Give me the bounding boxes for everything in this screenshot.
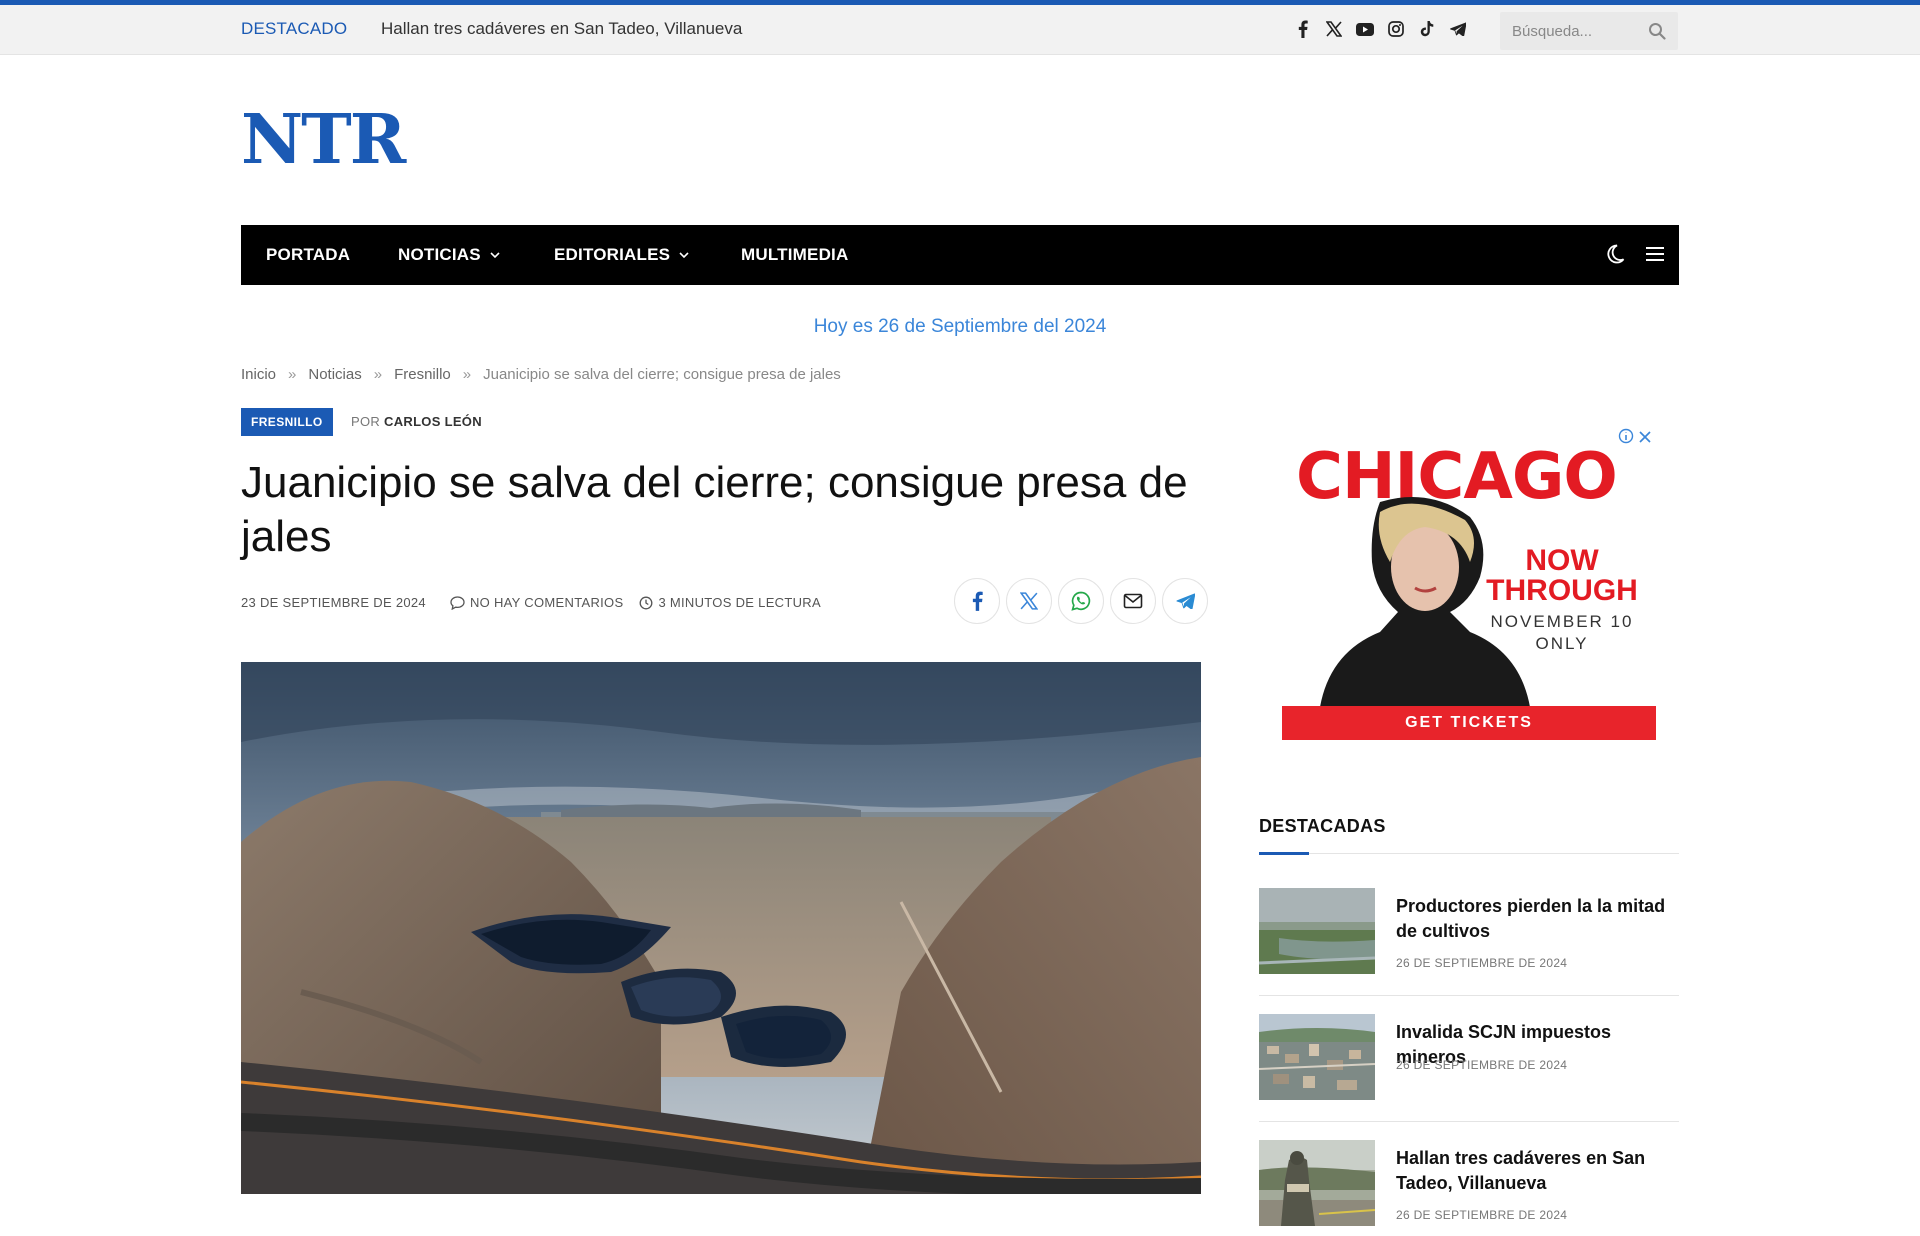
telegram-icon[interactable]	[1449, 19, 1467, 39]
featured-headline-link[interactable]: Hallan tres cadáveres en San Tadeo, Vill…	[381, 19, 742, 39]
ad-now-line1: NOW	[1525, 544, 1599, 577]
youtube-icon[interactable]	[1356, 19, 1374, 39]
chevron-down-icon	[679, 252, 689, 259]
telegram-icon	[1175, 593, 1195, 609]
sidebar-item-divider	[1259, 1121, 1679, 1122]
flooded-field-image	[1259, 888, 1375, 974]
nav-item-label: MULTIMEDIA	[741, 245, 849, 264]
share-email-button[interactable]	[1110, 578, 1156, 624]
nav-item-label: PORTADA	[266, 245, 351, 264]
x-icon[interactable]	[1325, 19, 1343, 39]
x-icon	[1020, 592, 1038, 610]
comments-link[interactable]: NO HAY COMENTARIOS	[470, 595, 623, 610]
current-date-banner: Hoy es 26 de Septiembre del 2024	[813, 316, 1107, 337]
featured-label: DESTACADO	[241, 19, 348, 38]
featured-image[interactable]	[241, 662, 1201, 1194]
sidebar-item-title[interactable]: Productores pierden la la mitad de culti…	[1396, 894, 1679, 944]
nav-item-multimedia[interactable]: MULTIMEDIA	[741, 225, 848, 285]
close-icon[interactable]	[1638, 430, 1652, 444]
ad-badge	[1618, 428, 1652, 449]
sidebar-item[interactable]: Invalida SCJN impuestos mineros 26 DE SE…	[1259, 1014, 1679, 1122]
sidebar-heading: DESTACADAS	[1259, 816, 1386, 836]
ad-date-line1: NOVEMBER 10	[1490, 612, 1634, 631]
share-buttons	[954, 578, 1208, 624]
whatsapp-icon	[1071, 591, 1091, 611]
share-facebook-button[interactable]	[954, 578, 1000, 624]
breadcrumb-noticias[interactable]: Noticias	[308, 366, 361, 383]
nav-right-tools	[1604, 243, 1666, 265]
aerial-town-image	[1259, 1014, 1375, 1100]
article-meta: 23 DE SEPTIEMBRE DE 2024 NO HAY COMENTAR…	[241, 595, 821, 610]
ad-headline: NOW THROUGH	[1477, 546, 1647, 606]
author-link[interactable]: CARLOS LEÓN	[384, 414, 482, 429]
sidebar-item-divider	[1259, 995, 1679, 996]
search-box	[1500, 12, 1678, 50]
sidebar-item[interactable]: Productores pierden la la mitad de culti…	[1259, 888, 1679, 996]
breadcrumb-fresnillo[interactable]: Fresnillo	[394, 366, 451, 383]
byline: POR CARLOS LEÓN	[351, 414, 482, 429]
sidebar-item-date: 26 DE SEPTIEMBRE DE 2024	[1396, 1058, 1568, 1072]
sidebar-heading-accent	[1259, 852, 1309, 855]
article-title: Juanicipio se salva del cierre; consigue…	[241, 458, 1188, 561]
soldier-scene-image	[1259, 1140, 1375, 1226]
sidebar-item[interactable]: Hallan tres cadáveres en San Tadeo, Vill…	[1259, 1140, 1679, 1230]
publish-date: 23 DE SEPTIEMBRE DE 2024	[241, 595, 426, 610]
read-time: 3 MINUTOS DE LECTURA	[658, 595, 821, 610]
sidebar-thumbnail[interactable]	[1259, 888, 1375, 974]
advertisement[interactable]: CHICAGO NOW THROUGH NOVEMBER 10 ONLY GET…	[1282, 428, 1656, 740]
chevron-down-icon	[490, 252, 500, 259]
ad-date-line2: ONLY	[1535, 634, 1589, 653]
sidebar-item-date: 26 DE SEPTIEMBRE DE 2024	[1396, 1208, 1568, 1222]
site-logo[interactable]: NTR	[241, 106, 406, 174]
nav-item-editoriales[interactable]: EDITORIALES	[554, 225, 689, 285]
search-icon[interactable]	[1648, 22, 1666, 40]
sidebar-divider	[1259, 853, 1679, 854]
social-links	[1294, 19, 1467, 39]
email-icon	[1123, 593, 1143, 609]
facebook-icon	[972, 591, 983, 611]
top-bar: DESTACADO Hallan tres cadáveres en San T…	[0, 5, 1920, 55]
nav-item-label: NOTICIAS	[398, 245, 481, 264]
instagram-icon[interactable]	[1387, 19, 1405, 39]
comment-icon	[450, 595, 465, 610]
ad-date: NOVEMBER 10 ONLY	[1477, 611, 1647, 655]
mine-tailings-photo	[241, 662, 1201, 1194]
sidebar-thumbnail[interactable]	[1259, 1140, 1375, 1226]
breadcrumb-separator: »	[462, 366, 472, 383]
nav-item-noticias[interactable]: NOTICIAS	[398, 225, 500, 285]
share-telegram-button[interactable]	[1162, 578, 1208, 624]
breadcrumb-inicio[interactable]: Inicio	[241, 366, 276, 383]
sidebar-item-date: 26 DE SEPTIEMBRE DE 2024	[1396, 956, 1568, 970]
breadcrumb-separator: »	[373, 366, 383, 383]
adchoices-icon[interactable]	[1618, 428, 1634, 444]
facebook-icon[interactable]	[1294, 19, 1312, 39]
sidebar-thumbnail[interactable]	[1259, 1014, 1375, 1100]
menu-icon[interactable]	[1644, 243, 1666, 265]
tiktok-icon[interactable]	[1418, 19, 1436, 39]
dark-mode-icon[interactable]	[1604, 243, 1626, 265]
breadcrumb: Inicio » Noticias » Fresnillo » Juanicip…	[241, 366, 841, 383]
ad-now-line2: THROUGH	[1486, 574, 1638, 607]
breadcrumb-separator: »	[288, 366, 297, 383]
main-navigation: PORTADA NOTICIAS EDITORIALES MULTIMEDIA	[241, 225, 1679, 285]
share-x-button[interactable]	[1006, 578, 1052, 624]
sidebar-item-title[interactable]: Hallan tres cadáveres en San Tadeo, Vill…	[1396, 1146, 1679, 1196]
clock-icon	[639, 596, 653, 609]
ad-get-tickets-button[interactable]: GET TICKETS	[1282, 706, 1656, 740]
category-badge[interactable]: FRESNILLO	[241, 408, 333, 436]
nav-item-label: EDITORIALES	[554, 245, 671, 264]
search-input[interactable]	[1500, 12, 1640, 50]
share-whatsapp-button[interactable]	[1058, 578, 1104, 624]
byline-prefix: POR	[351, 414, 381, 429]
breadcrumb-current: Juanicipio se salva del cierre; consigue…	[483, 366, 841, 383]
nav-item-portada[interactable]: PORTADA	[266, 225, 350, 285]
